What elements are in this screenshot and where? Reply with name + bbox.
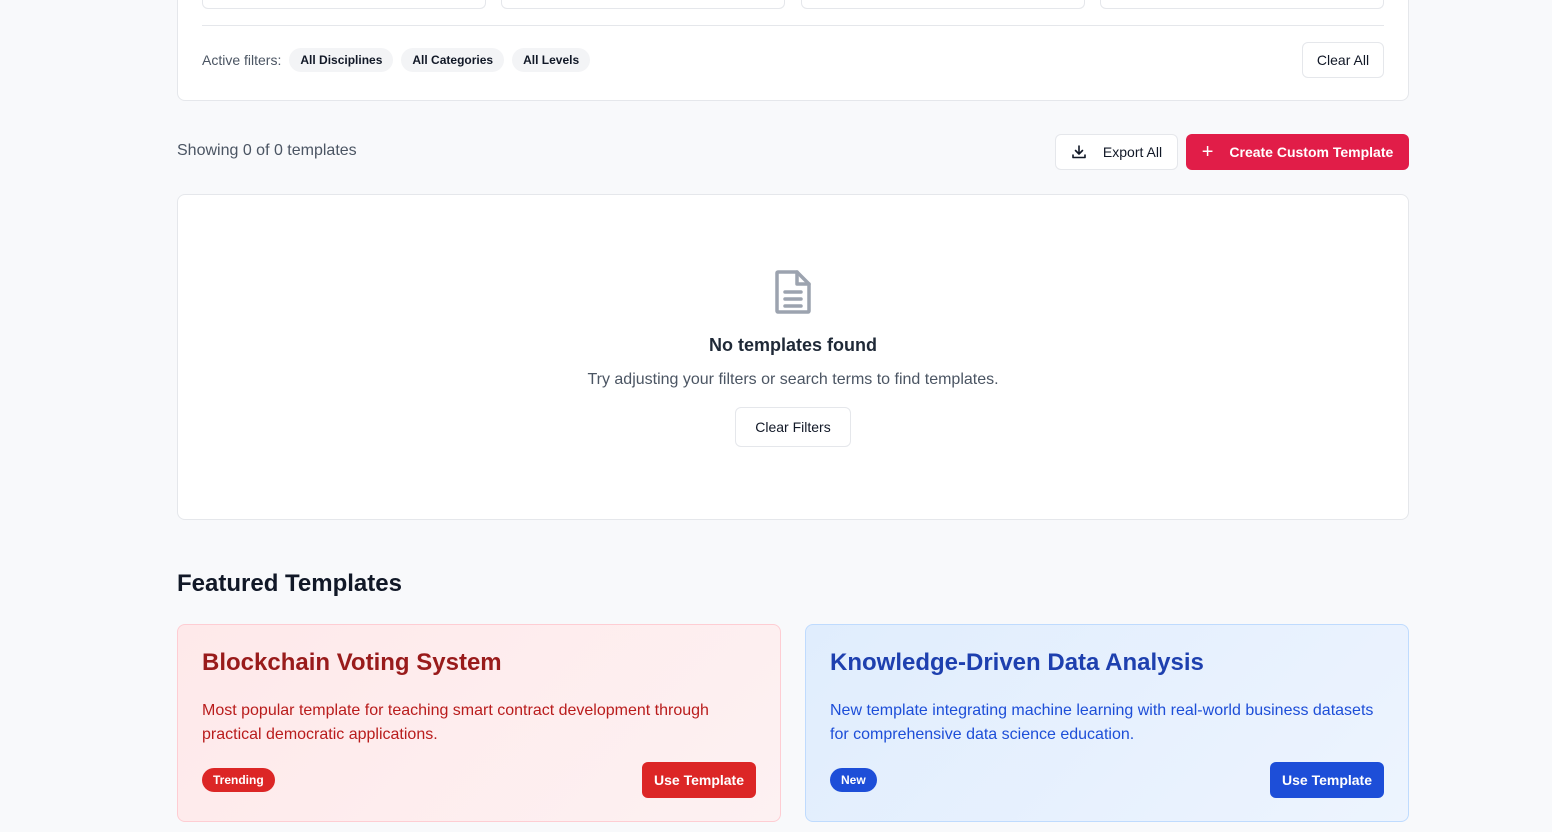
clear-all-button[interactable]: Clear All bbox=[1302, 42, 1384, 78]
featured-card-blockchain[interactable]: Blockchain Voting System Most popular te… bbox=[177, 624, 781, 822]
filter-divider bbox=[202, 25, 1384, 26]
empty-state-card: No templates found Try adjusting your fi… bbox=[177, 194, 1409, 520]
use-template-button[interactable]: Use Template bbox=[642, 762, 756, 798]
download-icon bbox=[1072, 145, 1086, 159]
use-template-button[interactable]: Use Template bbox=[1270, 762, 1384, 798]
active-filters-row: Active filters: All Disciplines All Cate… bbox=[202, 42, 1384, 78]
filter-selects bbox=[202, 0, 1384, 9]
filter-panel: Active filters: All Disciplines All Cate… bbox=[177, 0, 1409, 101]
featured-card-title: Blockchain Voting System bbox=[202, 649, 502, 676]
category-select[interactable] bbox=[501, 0, 785, 9]
create-custom-template-label: Create Custom Template bbox=[1229, 144, 1394, 160]
featured-card-title: Knowledge-Driven Data Analysis bbox=[830, 649, 1204, 676]
filter-chip-levels[interactable]: All Levels bbox=[512, 48, 591, 72]
create-custom-template-button[interactable]: + Create Custom Template bbox=[1186, 134, 1409, 170]
trending-badge: Trending bbox=[202, 768, 275, 792]
empty-state-subtitle: Try adjusting your filters or search ter… bbox=[587, 371, 999, 388]
new-badge: New bbox=[830, 768, 877, 792]
discipline-select[interactable] bbox=[202, 0, 486, 9]
export-all-label: Export All bbox=[1102, 144, 1163, 160]
export-all-button[interactable]: Export All bbox=[1055, 134, 1178, 170]
featured-card-description: New template integrating machine learnin… bbox=[830, 702, 1374, 743]
filter-chip-categories[interactable]: All Categories bbox=[401, 48, 505, 72]
plus-icon: + bbox=[1201, 141, 1214, 163]
featured-card-data-analysis[interactable]: Knowledge-Driven Data Analysis New templ… bbox=[805, 624, 1409, 822]
featured-card-description: Most popular template for teaching smart… bbox=[202, 702, 709, 743]
active-filters-label: Active filters: bbox=[202, 52, 282, 68]
featured-templates-heading: Featured Templates bbox=[177, 570, 402, 597]
empty-state-title: No templates found bbox=[708, 335, 877, 355]
document-icon bbox=[775, 270, 811, 314]
filter-chip-disciplines[interactable]: All Disciplines bbox=[289, 48, 394, 72]
level-select[interactable] bbox=[801, 0, 1085, 9]
clear-filters-button[interactable]: Clear Filters bbox=[735, 407, 851, 447]
results-count: Showing 0 of 0 templates bbox=[177, 142, 357, 159]
sort-select[interactable] bbox=[1100, 0, 1384, 9]
